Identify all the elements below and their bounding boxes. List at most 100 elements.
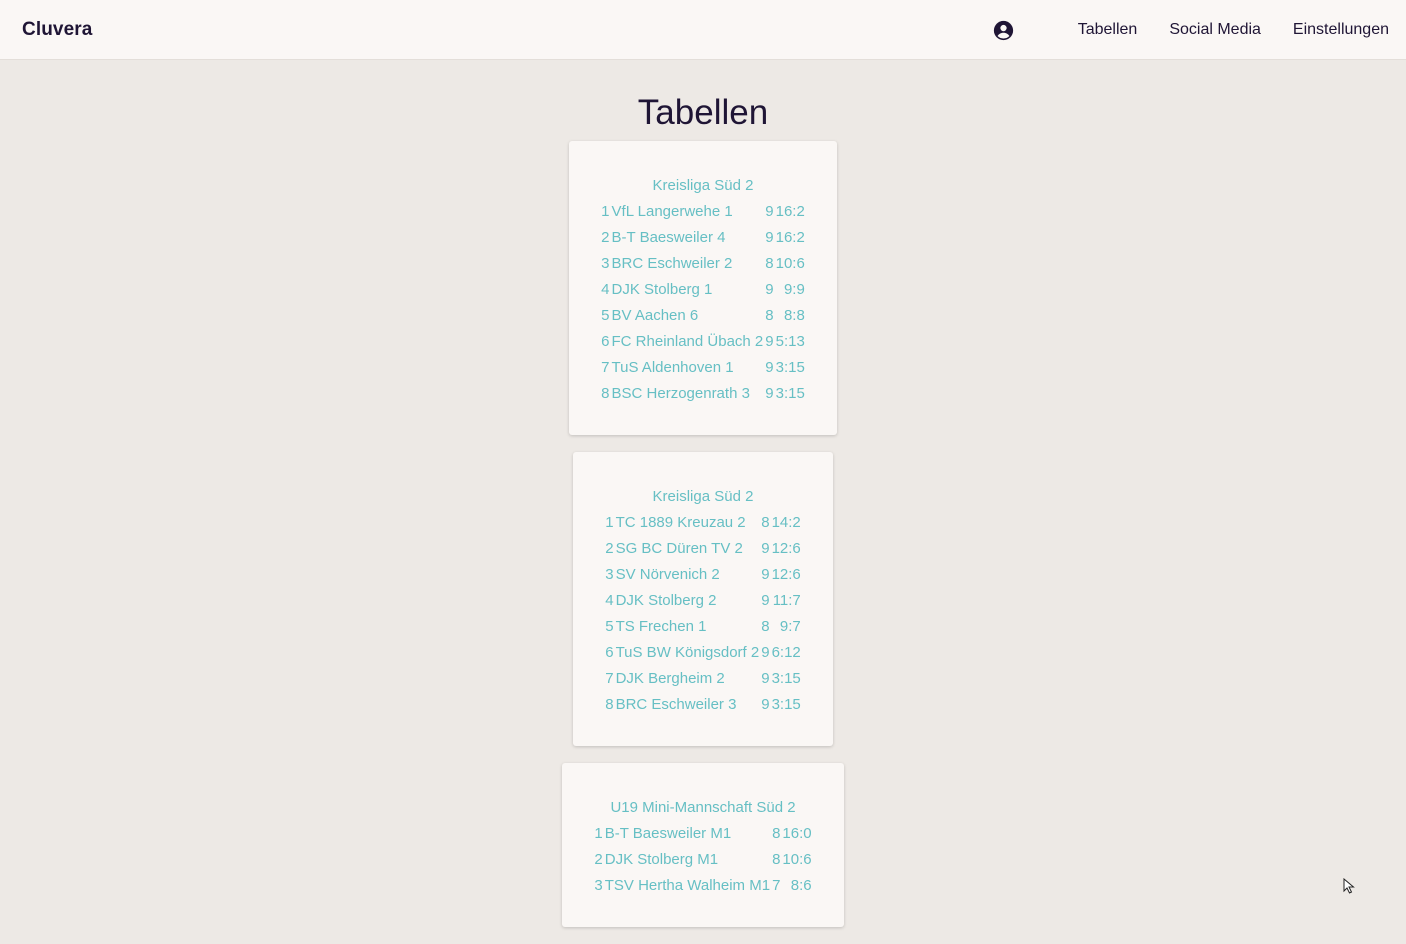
rank-cell: 3 <box>601 255 610 272</box>
points-cell: 14:2 <box>771 514 801 531</box>
table-row: 7 DJK Bergheim 2 9 3:15 <box>605 666 801 692</box>
team-name-cell: TuS Aldenhoven 1 <box>611 359 734 376</box>
points-cell: 16:0 <box>782 825 812 842</box>
points-cell: 8:8 <box>783 307 805 324</box>
account-circle-icon[interactable] <box>993 20 1014 41</box>
table-row: 4 DJK Stolberg 1 9 9:9 <box>601 277 805 303</box>
rank-cell: 7 <box>601 359 610 376</box>
games-played-cell: 9 <box>761 670 770 687</box>
standings-card: Kreisliga Süd 2 1 TC 1889 Kreuzau 2 8 14:2 2 S… <box>573 452 833 746</box>
games-played-cell: 8 <box>761 618 770 635</box>
table-row: 3 SV Nörvenich 2 9 12:6 <box>605 562 801 588</box>
league-title: U19 Mini-Mannschaft Süd 2 <box>610 799 796 816</box>
table-row: 7 TuS Aldenhoven 1 9 3:15 <box>601 355 805 381</box>
table-row: 1 VfL Langerwehe 1 9 16:2 <box>601 199 805 225</box>
table-row: 3 BRC Eschweiler 2 8 10:6 <box>601 251 805 277</box>
points-cell: 10:6 <box>775 255 805 272</box>
table-row: 5 TS Frechen 1 8 9:7 <box>605 614 801 640</box>
team-name-cell: TC 1889 Kreuzau 2 <box>615 514 746 531</box>
table-row: 6 FC Rheinland Übach 2 9 5:13 <box>601 329 805 355</box>
brand-logo[interactable]: Cluvera <box>22 19 92 41</box>
points-cell: 3:15 <box>771 670 801 687</box>
points-cell: 8:6 <box>790 877 812 894</box>
team-name-cell: DJK Stolberg 2 <box>615 592 717 609</box>
table-row: 6 TuS BW Königsdorf 2 9 6:12 <box>605 640 801 666</box>
table-row: 8 BRC Eschweiler 3 9 3:15 <box>605 692 801 718</box>
page-title: Tabellen <box>637 93 769 132</box>
rank-cell: 2 <box>605 540 614 557</box>
points-cell: 9:9 <box>783 281 805 298</box>
team-name-cell: SV Nörvenich 2 <box>615 566 720 583</box>
points-cell: 10:6 <box>782 851 812 868</box>
team-name-cell: BSC Herzogenrath 3 <box>611 385 750 402</box>
games-played-cell: 9 <box>765 385 774 402</box>
standings-list: Kreisliga Süd 2 1 VfL Langerwehe 1 9 16:2 2 B-… <box>0 141 1406 944</box>
points-cell: 3:15 <box>771 696 801 713</box>
team-name-cell: TS Frechen 1 <box>615 618 707 635</box>
rank-cell: 4 <box>605 592 614 609</box>
rank-cell: 1 <box>601 203 610 220</box>
rank-cell: 1 <box>605 514 614 531</box>
rank-cell: 8 <box>605 696 614 713</box>
games-played-cell: 9 <box>761 540 770 557</box>
league-title: Kreisliga Süd 2 <box>652 488 754 505</box>
games-played-cell: 9 <box>761 644 770 661</box>
table-row: 2 B-T Baesweiler 4 9 16:2 <box>601 225 805 251</box>
games-played-cell: 9 <box>765 281 774 298</box>
league-title: Kreisliga Süd 2 <box>652 177 754 194</box>
team-name-cell: BV Aachen 6 <box>611 307 699 324</box>
nav-link-tabellen[interactable]: Tabellen <box>1078 21 1138 39</box>
team-name-cell: B-T Baesweiler M1 <box>604 825 732 842</box>
team-name-cell: TuS BW Königsdorf 2 <box>615 644 760 661</box>
team-name-cell: DJK Stolberg 1 <box>611 281 713 298</box>
points-cell: 16:2 <box>775 203 805 220</box>
nav-link-social-media[interactable]: Social Media <box>1169 21 1261 39</box>
mouse-cursor-icon <box>1343 878 1355 894</box>
top-navbar: Cluvera Tabellen Social Media Einstellun… <box>0 0 1406 60</box>
rank-cell: 5 <box>601 307 610 324</box>
table-row: 4 DJK Stolberg 2 9 11:7 <box>605 588 801 614</box>
table-row: 1 B-T Baesweiler M1 8 16:0 <box>594 821 811 847</box>
rank-cell: 5 <box>605 618 614 635</box>
rank-cell: 6 <box>605 644 614 661</box>
games-played-cell: 8 <box>765 307 774 324</box>
rank-cell: 1 <box>594 825 603 842</box>
table-row: 2 SG BC Düren TV 2 9 12:6 <box>605 536 801 562</box>
games-played-cell: 9 <box>765 229 774 246</box>
rank-cell: 3 <box>605 566 614 583</box>
games-played-cell: 8 <box>772 851 781 868</box>
team-name-cell: DJK Stolberg M1 <box>604 851 719 868</box>
standings-card: Kreisliga Süd 2 1 VfL Langerwehe 1 9 16:2 2 B-… <box>569 141 837 435</box>
standings-table: 1 VfL Langerwehe 1 9 16:2 2 B-T Baesweiler 49… <box>601 199 805 407</box>
team-name-cell: DJK Bergheim 2 <box>615 670 725 687</box>
games-played-cell: 8 <box>765 255 774 272</box>
team-name-cell: B-T Baesweiler 4 <box>611 229 726 246</box>
rank-cell: 4 <box>601 281 610 298</box>
games-played-cell: 8 <box>761 514 770 531</box>
points-cell: 3:15 <box>775 359 805 376</box>
rank-cell: 7 <box>605 670 614 687</box>
table-row: 1 TC 1889 Kreuzau 2 8 14:2 <box>605 510 801 536</box>
games-played-cell: 9 <box>765 359 774 376</box>
rank-cell: 2 <box>594 851 603 868</box>
rank-cell: 8 <box>601 385 610 402</box>
nav-link-einstellungen[interactable]: Einstellungen <box>1293 21 1389 39</box>
games-played-cell: 7 <box>772 877 781 894</box>
games-played-cell: 8 <box>772 825 781 842</box>
team-name-cell: TSV Hertha Walheim M1 <box>604 877 771 894</box>
points-cell: 12:6 <box>771 566 801 583</box>
points-cell: 16:2 <box>775 229 805 246</box>
games-played-cell: 9 <box>765 333 774 350</box>
table-row: 2 DJK Stolberg M1 8 10:6 <box>594 847 811 873</box>
games-played-cell: 9 <box>761 566 770 583</box>
points-cell: 5:13 <box>775 333 805 350</box>
points-cell: 6:12 <box>771 644 801 661</box>
team-name-cell: VfL Langerwehe 1 <box>611 203 733 220</box>
points-cell: 12:6 <box>771 540 801 557</box>
games-played-cell: 9 <box>761 696 770 713</box>
team-name-cell: FC Rheinland Übach 2 <box>611 333 764 350</box>
games-played-cell: 9 <box>765 203 774 220</box>
standings-table: 1 TC 1889 Kreuzau 2 8 14:2 2 SG BC Düren TV 2… <box>605 510 801 718</box>
points-cell: 11:7 <box>772 592 801 609</box>
points-cell: 9:7 <box>779 618 801 635</box>
